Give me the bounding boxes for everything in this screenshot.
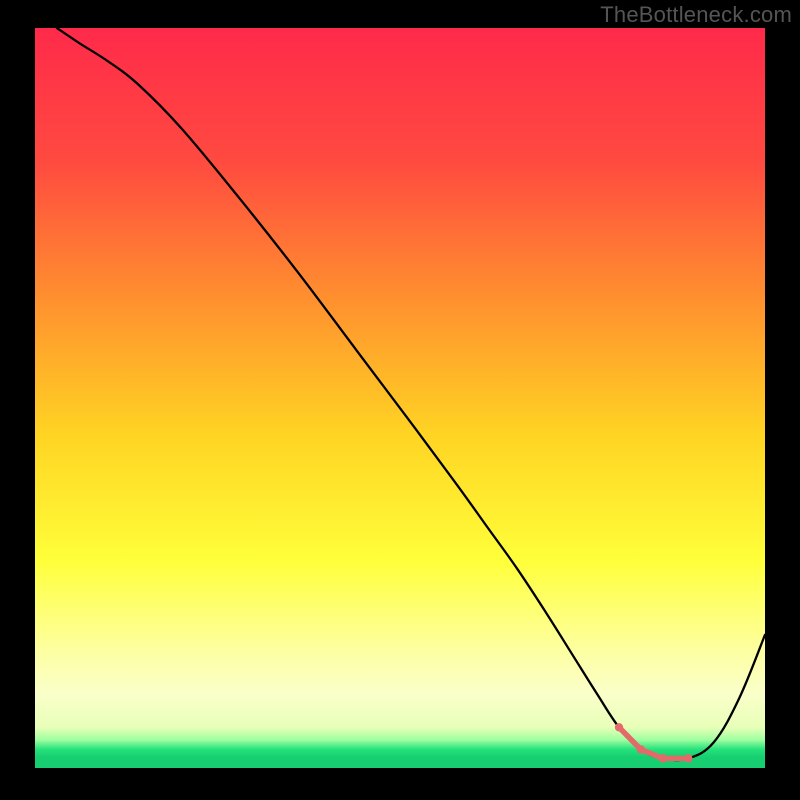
gradient-background <box>35 28 765 768</box>
highlight-dot <box>659 754 667 762</box>
plot-area <box>35 28 765 768</box>
highlight-dot <box>684 754 692 762</box>
highlight-dot <box>615 723 623 731</box>
highlight-dot <box>637 745 645 753</box>
chart-container: TheBottleneck.com <box>0 0 800 800</box>
chart-svg <box>35 28 765 768</box>
watermark: TheBottleneck.com <box>600 2 792 28</box>
